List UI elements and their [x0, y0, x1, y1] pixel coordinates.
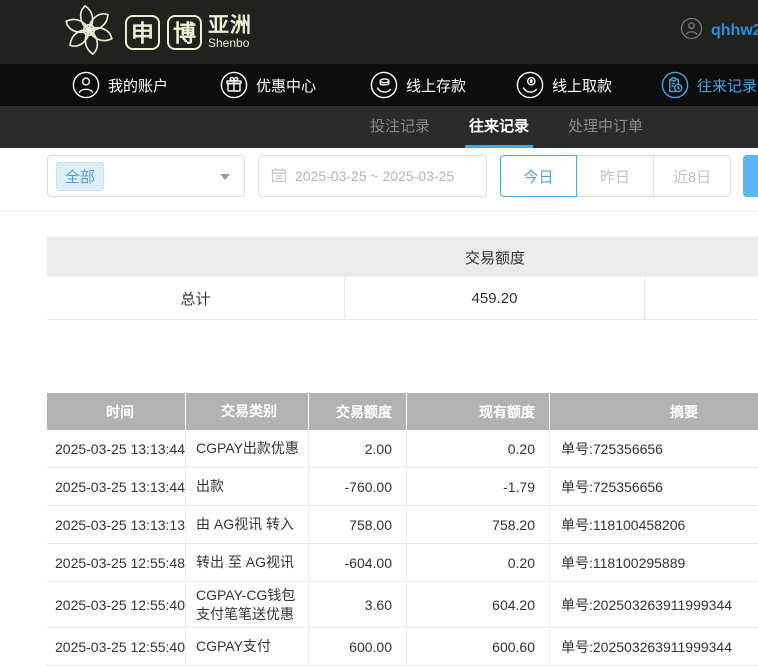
tab-transaction-records[interactable]: 往来记录 — [465, 106, 534, 148]
cell-balance: -1.79 — [407, 468, 550, 505]
last8days-button[interactable]: 近8日 — [654, 155, 731, 197]
table-row: 2025-03-25 13:13:44 CGPAY出款优惠 2.00 0.20 … — [47, 430, 758, 468]
nav-item-withdraw[interactable]: 线上取款 — [516, 64, 612, 106]
cell-time: 2025-03-25 13:13:44 — [47, 468, 186, 505]
date-range-input[interactable]: 2025-03-25 ~ 2025-03-25 — [258, 155, 487, 197]
logo-subtitle: Shenbo — [208, 36, 250, 50]
cell-time: 2025-03-25 12:55:40 — [47, 582, 186, 627]
summary-header-amount: 交易额度 — [464, 249, 525, 267]
cell-balance: 0.20 — [407, 430, 550, 467]
logo-region-cn: 亚洲 — [208, 14, 252, 37]
summary-header-row: 交易额度 — [47, 237, 758, 277]
table-row: 2025-03-25 13:13:13 由 AG视讯 转入 758.00 758… — [47, 506, 758, 544]
table-row: 2025-03-25 12:55:40 CGPAY支付 600.00 600.6… — [47, 628, 758, 666]
cell-amount: -760.00 — [309, 468, 407, 505]
cell-time: 2025-03-25 13:13:44 — [47, 430, 186, 467]
summary-table: 交易额度 总计 459.20 — [47, 237, 758, 320]
deposit-icon — [370, 71, 398, 99]
cell-time: 2025-03-25 12:55:40 — [47, 628, 186, 665]
top-brand-bar: 申 博 亚洲 Shenbo qhhw21 — [0, 0, 758, 64]
nav-item-my-account[interactable]: 我的账户 — [72, 64, 168, 106]
cell-note: 单号:202503263911999344 — [561, 638, 733, 655]
summary-total-empty — [645, 277, 758, 319]
col-header-time: 时间 — [47, 393, 186, 430]
nav-item-label: 线上存款 — [406, 77, 467, 95]
col-header-amount: 交易额度 — [309, 393, 407, 430]
summary-header-empty-2 — [645, 237, 758, 277]
date-range-value: 2025-03-25 ~ 2025-03-25 — [295, 168, 455, 184]
cell-time: 2025-03-25 12:55:48 — [47, 544, 186, 581]
table-header-row: 时间 交易类别 交易额度 现有额度 摘要 — [47, 393, 758, 430]
user-icon — [72, 71, 100, 99]
cell-type: CGPAY支付 — [186, 628, 309, 665]
type-select-value: 全部 — [56, 161, 105, 191]
cell-amount: -604.00 — [309, 544, 407, 581]
cell-note: 单号:118100458206 — [561, 516, 686, 533]
cell-type: 出款 — [186, 468, 309, 505]
nav-item-label: 往来记录 — [697, 77, 758, 95]
cell-type: 转出 至 AG视讯 — [186, 544, 309, 581]
user-avatar-icon — [680, 17, 703, 45]
tab-pending-orders[interactable]: 处理中订单 — [564, 106, 647, 148]
flower-logo-icon — [60, 3, 118, 62]
col-header-balance: 现有额度 — [407, 393, 550, 430]
summary-total-row: 总计 459.20 — [47, 277, 758, 320]
record-tabs: 投注记录 往来记录 处理中订单 — [0, 106, 758, 148]
cell-balance: 600.60 — [407, 628, 550, 665]
chevron-down-icon — [220, 174, 230, 180]
main-navbar: 我的账户 优惠中心 线上存款 线上取款 往来记录 — [0, 64, 758, 106]
cell-amount: 600.00 — [309, 628, 407, 665]
nav-item-promotions[interactable]: 优惠中心 — [220, 64, 316, 106]
nav-item-transactions[interactable]: 往来记录 — [661, 64, 757, 106]
quick-range-group: 今日 昨日 近8日 — [500, 155, 731, 197]
section-divider — [0, 211, 758, 212]
transactions-table: 时间 交易类别 交易额度 现有额度 摘要 2025-03-25 13:13:44… — [47, 393, 758, 666]
withdraw-icon — [516, 71, 544, 99]
nav-item-label: 我的账户 — [108, 77, 169, 95]
nav-item-label: 优惠中心 — [256, 77, 317, 95]
table-row: 2025-03-25 12:55:40 CGPAY-CG钱包支付笔笔送优惠 3.… — [47, 582, 758, 628]
summary-total-value: 459.20 — [345, 277, 645, 319]
col-header-note: 摘要 — [670, 403, 698, 420]
search-button[interactable] — [743, 155, 758, 197]
cell-amount: 3.60 — [309, 582, 407, 627]
nav-item-deposit[interactable]: 线上存款 — [370, 64, 466, 106]
col-header-type: 交易类别 — [186, 393, 309, 430]
account-menu[interactable]: qhhw21 — [680, 17, 758, 45]
cell-note: 单号:725356656 — [561, 478, 663, 495]
cell-note: 单号:202503263911999344 — [561, 596, 733, 613]
type-select[interactable]: 全部 — [47, 155, 245, 197]
cell-time: 2025-03-25 13:13:13 — [47, 506, 186, 543]
summary-header-empty — [47, 237, 345, 277]
logo-region: 亚洲 Shenbo — [208, 15, 252, 49]
nav-item-label: 线上取款 — [552, 77, 613, 95]
cell-type: 由 AG视讯 转入 — [186, 506, 309, 543]
tab-betting-records[interactable]: 投注记录 — [366, 106, 434, 148]
filter-row: 全部 2025-03-25 ~ 2025-03-25 今日 昨日 近8日 — [0, 155, 758, 197]
cell-balance: 758.20 — [407, 506, 550, 543]
records-icon — [661, 71, 689, 99]
cell-type: CGPAY出款优惠 — [186, 430, 309, 467]
cell-type: CGPAY-CG钱包支付笔笔送优惠 — [186, 582, 309, 627]
cell-amount: 2.00 — [309, 430, 407, 467]
cell-balance: 0.20 — [407, 544, 550, 581]
logo-char-box-1: 申 — [125, 14, 160, 50]
summary-total-label: 总计 — [47, 277, 345, 319]
today-button[interactable]: 今日 — [500, 155, 577, 197]
brand-logo: 申 博 亚洲 Shenbo — [60, 3, 252, 62]
username-text: qhhw21 — [711, 22, 758, 39]
cell-note: 单号:725356656 — [561, 440, 663, 457]
gift-icon — [220, 71, 248, 99]
table-row: 2025-03-25 12:55:48 转出 至 AG视讯 -604.00 0.… — [47, 544, 758, 582]
cell-amount: 758.00 — [309, 506, 407, 543]
cell-note: 单号:118100295889 — [561, 554, 686, 571]
calendar-icon — [271, 167, 287, 186]
yesterday-button[interactable]: 昨日 — [577, 155, 654, 197]
table-row: 2025-03-25 13:13:44 出款 -760.00 -1.79 单号:… — [47, 468, 758, 506]
cell-balance: 604.20 — [407, 582, 550, 627]
logo-char-box-2: 博 — [167, 14, 202, 50]
